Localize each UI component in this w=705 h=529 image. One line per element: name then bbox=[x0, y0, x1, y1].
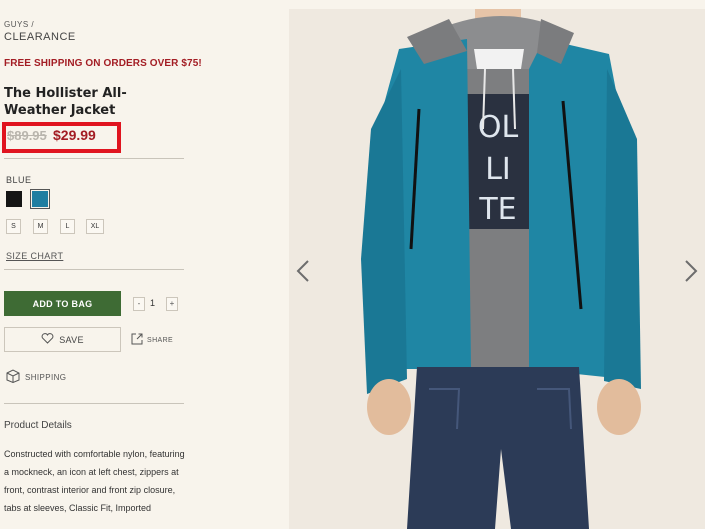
size-option-s[interactable]: S bbox=[6, 219, 21, 234]
product-description: Constructed with comfortable nylon, feat… bbox=[4, 449, 185, 513]
size-option-xl[interactable]: XL bbox=[86, 219, 104, 234]
share-label: SHARE bbox=[147, 336, 174, 344]
svg-text:LI: LI bbox=[485, 152, 511, 187]
breadcrumb-current-link[interactable]: CLEARANCE bbox=[4, 31, 76, 43]
product-details-heading[interactable]: Product Details bbox=[4, 420, 72, 431]
chevron-left-icon[interactable] bbox=[295, 259, 311, 288]
product-image: OL LI TE bbox=[289, 9, 705, 529]
box-icon bbox=[5, 369, 21, 385]
quantity-increase-button[interactable]: + bbox=[166, 297, 178, 311]
add-to-bag-button[interactable]: ADD TO BAG bbox=[4, 291, 121, 316]
divider bbox=[4, 158, 184, 159]
breadcrumb-parent-link[interactable]: GUYS bbox=[4, 20, 29, 29]
breadcrumb-separator: / bbox=[31, 20, 35, 29]
color-swatch-blue-fill bbox=[32, 191, 48, 207]
chevron-right-icon[interactable] bbox=[683, 259, 699, 288]
save-label: SAVE bbox=[59, 334, 84, 345]
size-option-l[interactable]: L bbox=[60, 219, 75, 234]
divider bbox=[4, 403, 184, 404]
product-info-panel: GUYS / CLEARANCE FREE SHIPPING ON ORDERS… bbox=[0, 0, 290, 529]
shipping-promo[interactable]: FREE SHIPPING ON ORDERS OVER $75! bbox=[4, 58, 202, 69]
shipping-info-link[interactable]: SHIPPING bbox=[5, 369, 66, 385]
color-swatch-black[interactable] bbox=[6, 191, 22, 207]
quantity-decrease-button[interactable]: - bbox=[133, 297, 145, 311]
selected-color-label: BLUE bbox=[6, 175, 32, 185]
shipping-label: SHIPPING bbox=[25, 372, 67, 382]
share-button[interactable]: SHARE bbox=[131, 333, 173, 347]
color-swatch-blue[interactable] bbox=[30, 189, 50, 209]
price-highlight-box bbox=[2, 122, 121, 153]
save-button[interactable]: SAVE bbox=[4, 327, 121, 352]
quantity-value[interactable]: 1 bbox=[150, 298, 155, 308]
breadcrumb: GUYS / bbox=[4, 20, 34, 29]
share-icon bbox=[131, 333, 143, 347]
size-chart-link[interactable]: SIZE CHART bbox=[6, 251, 63, 261]
svg-text:TE: TE bbox=[478, 192, 516, 227]
divider bbox=[4, 269, 184, 270]
size-option-m[interactable]: M bbox=[33, 219, 48, 234]
heart-icon bbox=[41, 333, 54, 346]
product-image-gallery[interactable]: OL LI TE bbox=[289, 9, 705, 529]
product-title: The Hollister All-Weather Jacket bbox=[4, 86, 127, 118]
